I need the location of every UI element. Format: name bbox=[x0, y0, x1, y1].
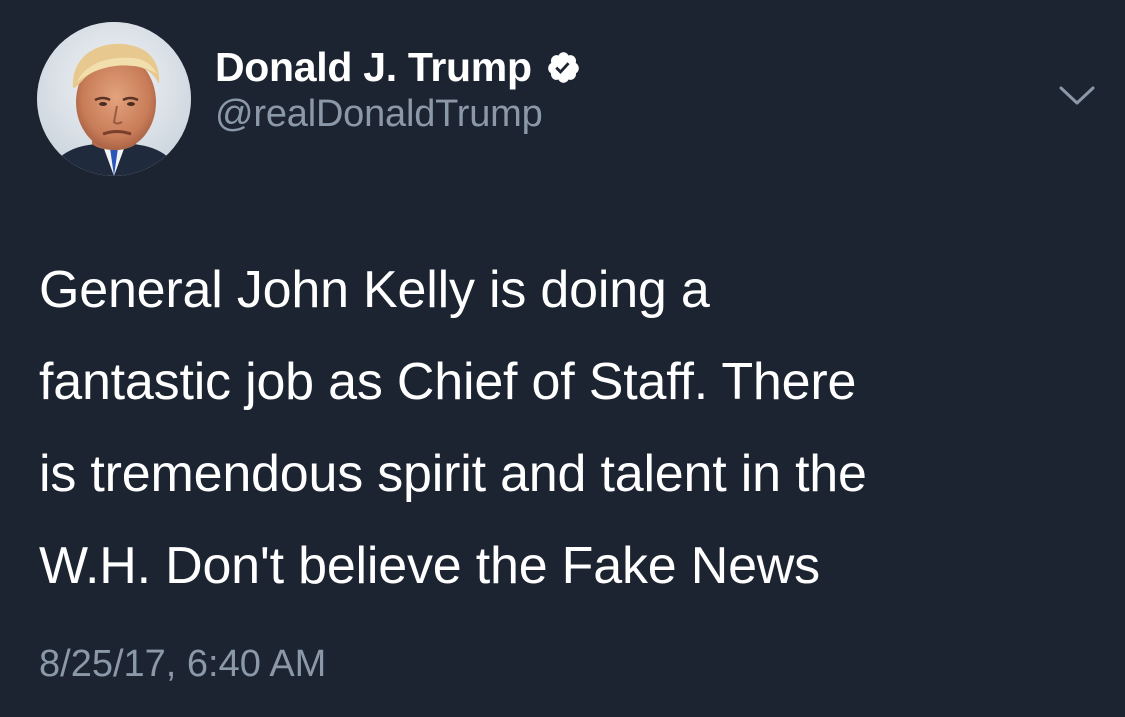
tweet-text-line: W.H. Don't believe the Fake News bbox=[39, 537, 820, 595]
display-name[interactable]: Donald J. Trump bbox=[215, 44, 532, 91]
verified-badge-icon bbox=[546, 50, 581, 85]
tweet-card: Donald J. Trump @realDonaldTrump General… bbox=[0, 0, 1125, 717]
tweet-timestamp[interactable]: 8/25/17, 6:40 AM bbox=[39, 643, 326, 686]
chevron-down-icon[interactable] bbox=[1055, 78, 1099, 112]
profile-photo-icon bbox=[37, 22, 191, 176]
author-handle[interactable]: @realDonaldTrump bbox=[215, 93, 543, 136]
tweet-text-line: General John Kelly is doing a bbox=[39, 261, 710, 319]
author-name-row: Donald J. Trump bbox=[215, 40, 581, 94]
tweet-text-line: fantastic job as Chief of Staff. There bbox=[39, 353, 857, 411]
avatar[interactable] bbox=[37, 22, 191, 176]
tweet-text: General John Kelly is doing a fantastic … bbox=[39, 244, 1099, 612]
tweet-text-line: is tremendous spirit and talent in the bbox=[39, 445, 867, 503]
